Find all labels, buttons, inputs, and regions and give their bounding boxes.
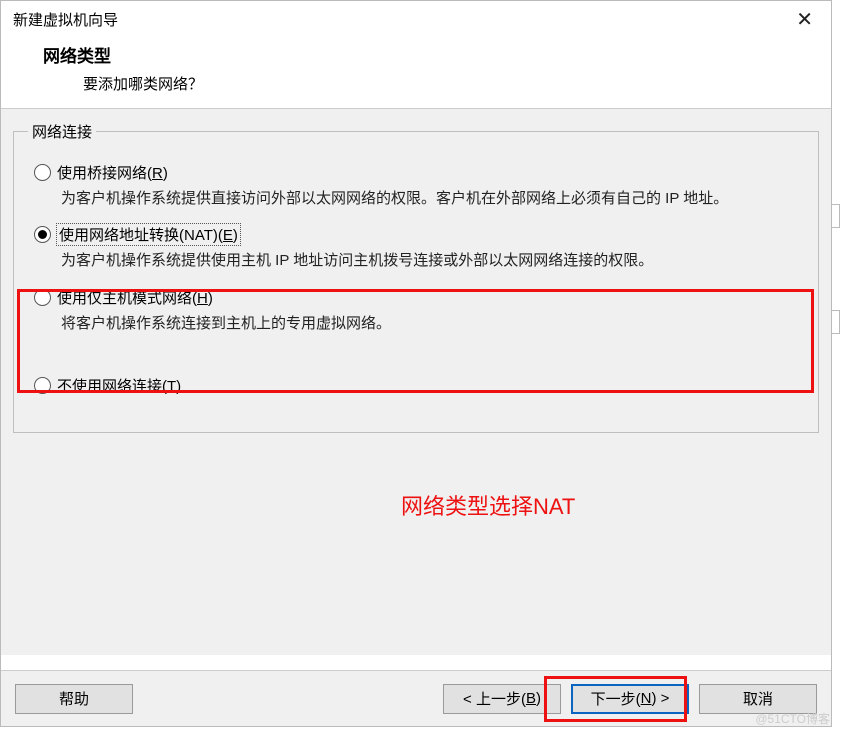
group-legend: 网络连接	[28, 121, 96, 142]
wizard-dialog: 新建虚拟机向导 ✕ 网络类型 要添加哪类网络？ 网络连接 使用桥接网络(R) 为…	[0, 0, 832, 727]
radio-icon[interactable]	[34, 226, 51, 243]
help-button[interactable]: 帮助	[15, 684, 133, 714]
option-nat-label: 使用网络地址转换(NAT)(E)	[57, 224, 240, 245]
background-stub	[832, 204, 840, 228]
background-stub	[832, 310, 840, 334]
network-connection-group: 网络连接 使用桥接网络(R) 为客户机操作系统提供直接访问外部以太网网络的权限。…	[13, 121, 819, 433]
option-nat[interactable]: 使用网络地址转换(NAT)(E) 为客户机操作系统提供使用主机 IP 地址访问主…	[34, 224, 804, 272]
option-bridged-desc: 为客户机操作系统提供直接访问外部以太网网络的权限。客户机在外部网络上必须有自己的…	[61, 187, 804, 210]
option-hostonly-desc: 将客户机操作系统连接到主机上的专用虚拟网络。	[61, 312, 804, 335]
content-area: 网络连接 使用桥接网络(R) 为客户机操作系统提供直接访问外部以太网网络的权限。…	[1, 109, 831, 655]
option-none[interactable]: 不使用网络连接(T)	[34, 375, 804, 396]
cancel-button[interactable]: 取消	[699, 684, 817, 714]
footer-bar: 帮助 < 上一步(B) 下一步(N) > 取消	[1, 670, 831, 726]
back-button[interactable]: < 上一步(B)	[443, 684, 561, 714]
annotation-text: 网络类型选择NAT	[401, 489, 575, 521]
next-button[interactable]: 下一步(N) >	[571, 684, 689, 714]
option-bridged[interactable]: 使用桥接网络(R) 为客户机操作系统提供直接访问外部以太网网络的权限。客户机在外…	[34, 162, 804, 210]
radio-icon[interactable]	[34, 289, 51, 306]
option-nat-desc: 为客户机操作系统提供使用主机 IP 地址访问主机拨号连接或外部以太网网络连接的权…	[61, 249, 804, 272]
wizard-header: 网络类型 要添加哪类网络？	[1, 36, 831, 108]
window-title: 新建虚拟机向导	[13, 9, 118, 30]
option-hostonly[interactable]: 使用仅主机模式网络(H) 将客户机操作系统连接到主机上的专用虚拟网络。	[34, 287, 804, 335]
radio-icon[interactable]	[34, 164, 51, 181]
page-title: 网络类型	[43, 42, 801, 67]
close-icon[interactable]: ✕	[790, 10, 819, 30]
title-bar: 新建虚拟机向导 ✕	[1, 1, 831, 36]
option-bridged-label: 使用桥接网络(R)	[57, 162, 168, 183]
radio-icon[interactable]	[34, 377, 51, 394]
page-subtitle: 要添加哪类网络？	[83, 73, 801, 94]
option-hostonly-label: 使用仅主机模式网络(H)	[57, 287, 213, 308]
option-none-label: 不使用网络连接(T)	[57, 375, 181, 396]
